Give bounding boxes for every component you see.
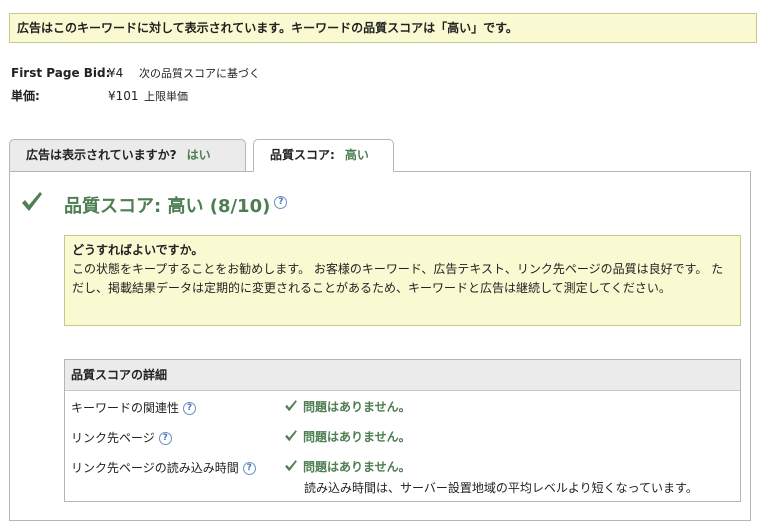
detail-label: リンク先ページの読み込み時間 — [71, 461, 239, 475]
max-cpc-value: ¥101 — [108, 89, 139, 103]
advice-heading: どうすればよいですか。 — [72, 243, 204, 257]
checkmark-icon — [22, 192, 42, 211]
max-cpc-row: 単価: ¥101 上限単価 — [11, 87, 188, 104]
detail-row-landing-page: リンク先ページ? — [71, 429, 172, 446]
first-page-bid-row: First Page Bid:¥4 次の品質スコアに基づく — [11, 65, 260, 81]
advice-box: どうすればよいですか。 この状態をキープすることをお勧めします。 お客様のキーワ… — [64, 235, 741, 326]
quality-details-table: 品質スコアの詳細 キーワードの関連性? 問題はありません。 リンク先ページ? 問… — [64, 359, 741, 502]
question-circle-icon[interactable]: ? — [158, 432, 172, 445]
detail-status: 問題はありません。 — [284, 428, 411, 445]
details-heading: 品質スコアの詳細 — [65, 360, 740, 391]
max-cpc-label: 単価: — [11, 89, 40, 103]
question-circle-icon[interactable]: ? — [274, 196, 288, 209]
detail-label: キーワードの関連性 — [71, 401, 180, 415]
first-page-bid-value: ¥4 — [108, 66, 124, 80]
checkmark-icon — [285, 460, 297, 472]
tab-quality-score[interactable]: 品質スコア: 高い — [253, 139, 394, 172]
detail-row-keyword-relevance: キーワードの関連性? — [71, 399, 197, 416]
max-cpc-note: 上限単価 — [144, 90, 188, 103]
first-page-bid-note: 次の品質スコアに基づく — [139, 67, 260, 80]
tab-ad-showing-label: 広告は表示されていますか? — [26, 148, 177, 162]
detail-label: リンク先ページ — [71, 431, 155, 445]
tab-quality-score-answer: 高い — [344, 148, 369, 162]
detail-status-text: 問題はありません。 — [303, 430, 411, 444]
detail-row-load-time: リンク先ページの読み込み時間? — [71, 459, 256, 476]
checkmark-icon — [285, 400, 297, 412]
checkmark-icon — [285, 430, 297, 442]
first-page-bid-label: First Page Bid: — [11, 66, 111, 80]
detail-status-text: 問題はありません。 — [303, 460, 411, 474]
question-circle-icon[interactable]: ? — [242, 462, 256, 475]
advice-body: この状態をキープすることをお勧めします。 お客様のキーワード、広告テキスト、リン… — [72, 262, 724, 295]
load-time-note: 読み込み時間は、サーバー設置地域の平均レベルより短くなっています。 — [304, 481, 698, 495]
quality-score-heading: 品質スコア: 高い (8/10)? — [64, 192, 288, 218]
tab-ad-showing-answer: はい — [186, 148, 211, 162]
question-circle-icon[interactable]: ? — [183, 402, 197, 415]
tab-ad-showing[interactable]: 広告は表示されていますか? はい — [9, 139, 246, 172]
detail-status: 問題はありません。 — [284, 398, 411, 415]
detail-status: 問題はありません。 — [284, 458, 411, 475]
status-banner: 広告はこのキーワードに対して表示されています。キーワードの品質スコアは「高い」で… — [9, 13, 757, 43]
detail-status-text: 問題はありません。 — [303, 400, 411, 414]
tab-quality-score-label: 品質スコア: — [270, 148, 335, 162]
quality-score-title: 品質スコア: 高い (8/10) — [64, 196, 271, 217]
